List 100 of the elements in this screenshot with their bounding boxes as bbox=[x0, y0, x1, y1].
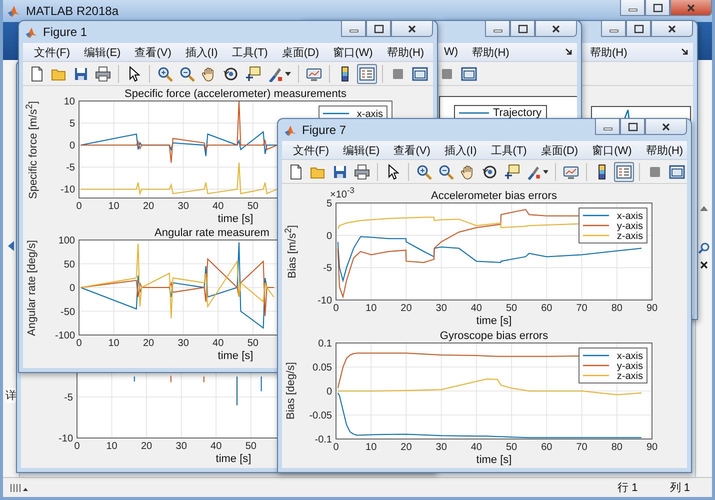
legend-button[interactable] bbox=[614, 162, 634, 182]
tick-label: -5 bbox=[64, 392, 73, 404]
axis-label: time [s] bbox=[218, 350, 254, 362]
tick-label: -5 bbox=[323, 263, 332, 274]
window-icon bbox=[669, 164, 686, 180]
legend-label: x-axis bbox=[356, 109, 383, 120]
maximize-button[interactable] bbox=[510, 21, 535, 37]
legend-label: y-axis bbox=[616, 361, 643, 372]
print-button[interactable] bbox=[93, 64, 113, 84]
brush-icon bbox=[526, 164, 541, 180]
close-button[interactable] bbox=[651, 21, 693, 37]
data-cursor-button[interactable] bbox=[243, 64, 263, 84]
panel-toggle-icon[interactable] bbox=[9, 482, 29, 492]
data-cursor-icon bbox=[245, 66, 261, 82]
dock-arrow-icon[interactable] bbox=[681, 48, 689, 56]
menu-item[interactable]: 插入(I) bbox=[437, 142, 484, 158]
menu-item[interactable]: 帮助(H) bbox=[465, 44, 516, 60]
tick-label: 20 bbox=[400, 442, 412, 453]
minimize-button[interactable] bbox=[620, 0, 645, 16]
tick-label: 0 bbox=[333, 442, 339, 453]
tick-label: 20 bbox=[400, 303, 412, 314]
window-icon bbox=[461, 66, 477, 82]
menu-item[interactable]: 编辑(E) bbox=[336, 142, 387, 158]
menu-item[interactable]: 帮助(H) bbox=[583, 44, 634, 60]
tick-label: 0 bbox=[69, 283, 75, 294]
tick-label: -100 bbox=[54, 330, 75, 342]
legend-label: x-axis bbox=[616, 211, 643, 222]
tick-label: 0 bbox=[69, 140, 75, 152]
window-title: Figure 1 bbox=[43, 25, 88, 39]
menu-item[interactable]: 窗口(W) bbox=[326, 44, 380, 60]
maximize-button[interactable] bbox=[366, 21, 391, 37]
zoom-in-icon bbox=[416, 164, 432, 180]
legend-label: y-axis bbox=[616, 221, 643, 232]
maximize-icon bbox=[518, 24, 528, 34]
axis-label: Angular rate [deg/s] bbox=[26, 240, 38, 336]
new-document-icon bbox=[29, 66, 45, 82]
close-icon bbox=[551, 24, 561, 34]
menu-item[interactable]: 桌面(D) bbox=[534, 142, 586, 158]
minimize-button[interactable] bbox=[485, 21, 510, 37]
tick-label: 0.05 bbox=[312, 362, 332, 374]
data-cursor-icon bbox=[504, 164, 520, 180]
menu-item[interactable]: 文件(F) bbox=[27, 44, 78, 60]
chart-title: Gyroscope bias errors bbox=[440, 330, 548, 342]
menu-item[interactable]: 帮助(H) bbox=[380, 44, 432, 60]
tick-label: 30 bbox=[176, 441, 187, 452]
app-logo-icon bbox=[25, 26, 38, 38]
close-button[interactable] bbox=[535, 21, 577, 37]
tick-label: -10 bbox=[60, 184, 75, 196]
tick-label: 20 bbox=[143, 338, 154, 349]
maximize-button[interactable] bbox=[620, 119, 645, 135]
menu-item[interactable]: W) bbox=[437, 46, 466, 58]
legend-label: z-axis bbox=[616, 371, 643, 382]
print-button[interactable] bbox=[352, 162, 372, 182]
tick-label: 40 bbox=[212, 338, 224, 349]
tick-label: 0 bbox=[74, 441, 80, 452]
tick-label: 40 bbox=[212, 201, 224, 212]
close-button[interactable] bbox=[645, 119, 687, 135]
minimize-button[interactable] bbox=[595, 119, 620, 135]
search-icon[interactable] bbox=[698, 242, 710, 254]
axis-label: Bias [deg/s] bbox=[285, 362, 297, 420]
close-button[interactable] bbox=[391, 21, 433, 37]
menu-item[interactable]: 帮助(H) bbox=[638, 142, 690, 158]
tick-label: 90 bbox=[646, 303, 658, 314]
tick-label: 10 bbox=[64, 96, 75, 108]
maximize-button[interactable] bbox=[645, 0, 670, 16]
menu-item[interactable]: 文件(F) bbox=[286, 142, 336, 158]
column-indicator: 列 1 bbox=[670, 481, 690, 495]
tick-label: 60 bbox=[541, 442, 552, 453]
up-arrow-icon[interactable] bbox=[699, 204, 709, 212]
window-icon bbox=[412, 66, 428, 82]
menu-item[interactable]: 窗口(W) bbox=[585, 142, 639, 158]
menu-item[interactable]: 查看(V) bbox=[128, 44, 178, 60]
printer-icon bbox=[95, 66, 111, 82]
menu-item[interactable]: 桌面(D) bbox=[274, 44, 326, 60]
tick-label: 10 bbox=[366, 442, 377, 453]
maximize-button[interactable] bbox=[626, 21, 651, 37]
maximize-icon bbox=[628, 122, 638, 132]
tick-label: -0.05 bbox=[309, 410, 332, 422]
menu-item[interactable]: 查看(V) bbox=[386, 142, 438, 158]
tick-label: 90 bbox=[646, 442, 658, 453]
minimize-button[interactable] bbox=[341, 21, 366, 37]
minimize-button[interactable] bbox=[601, 21, 626, 37]
plot-monitor-icon bbox=[563, 164, 580, 180]
legend-button[interactable] bbox=[357, 64, 377, 84]
zoom-out-icon bbox=[438, 164, 454, 180]
close-icon[interactable] bbox=[699, 260, 709, 270]
menu-item[interactable]: 编辑(E) bbox=[77, 44, 128, 60]
legend-icon bbox=[616, 164, 632, 180]
tick-label: 50 bbox=[64, 259, 75, 270]
close-icon bbox=[407, 24, 417, 34]
legend-swatch bbox=[459, 111, 489, 115]
tick-label: 50 bbox=[506, 442, 518, 453]
tick-label: 30 bbox=[436, 442, 447, 453]
tick-label: -0.1 bbox=[314, 434, 332, 446]
dock-arrow-icon[interactable] bbox=[565, 48, 573, 56]
menu-item[interactable]: 插入(I) bbox=[178, 44, 225, 60]
close-button[interactable] bbox=[670, 0, 712, 16]
menu-item[interactable]: 工具(T) bbox=[484, 142, 534, 158]
menu-item[interactable]: 工具(T) bbox=[224, 44, 275, 60]
zoom-out-icon bbox=[179, 66, 195, 82]
